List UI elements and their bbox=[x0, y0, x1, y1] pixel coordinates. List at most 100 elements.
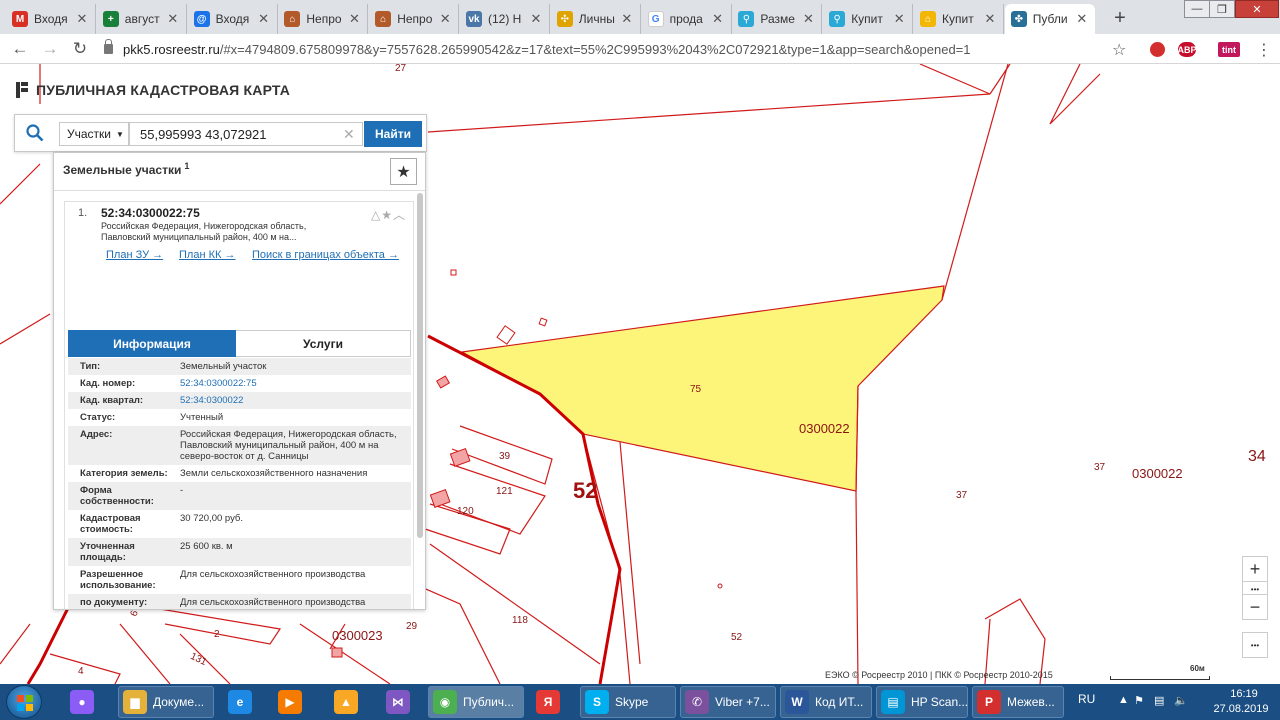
cadastral-map[interactable]: 27 75 0300022 0300022 0300023 34 37 37 5… bbox=[0, 64, 1280, 684]
browser-tab[interactable]: ✤ Публи ✕ bbox=[1004, 4, 1095, 34]
favorites-star-button[interactable]: ★ bbox=[390, 158, 417, 185]
info-key: Кадастровая стоимость: bbox=[80, 513, 141, 535]
url-path: /#x=4794809.675809978&y=7557628.26599054… bbox=[219, 41, 971, 57]
browser-tab[interactable]: ⚲ Купит ✕ bbox=[823, 4, 914, 34]
close-tab-icon[interactable]: ✕ bbox=[438, 11, 452, 27]
district-label: 34 bbox=[1248, 448, 1266, 465]
browser-tab[interactable]: Gпрода ✕ bbox=[641, 4, 732, 34]
tab-services[interactable]: Услуги bbox=[236, 330, 411, 357]
taskbar-ie[interactable]: e bbox=[220, 686, 260, 718]
taskbar-folder-documents[interactable]: ▆ Докуме... bbox=[118, 686, 214, 718]
reload-icon[interactable]: ↻ bbox=[70, 39, 90, 59]
map-label: 27 bbox=[395, 64, 407, 74]
taskbar-media[interactable]: ▶ bbox=[270, 686, 310, 718]
taskbar-alice[interactable]: ● bbox=[62, 686, 102, 718]
taskbar-avast[interactable]: ▲ bbox=[326, 686, 366, 718]
close-tab-icon[interactable]: ✕ bbox=[347, 11, 361, 27]
calendar-plus-icon: + bbox=[102, 11, 119, 27]
map-pin-icon: ⚲ bbox=[738, 11, 755, 27]
info-value-link[interactable]: 52:34:0300022:75 bbox=[180, 378, 405, 389]
browser-tab[interactable]: ⚲ Разме ✕ bbox=[732, 4, 823, 34]
tab-label: прода bbox=[669, 12, 703, 26]
plan-zu-link[interactable]: План ЗУ → bbox=[106, 249, 163, 261]
result-action-icons[interactable]: △★︿ bbox=[371, 206, 406, 223]
pdf-icon: P bbox=[977, 690, 1001, 714]
taskbar-viber[interactable]: ✆ Viber +7... bbox=[680, 686, 776, 718]
close-tab-icon[interactable]: ✕ bbox=[529, 11, 543, 27]
forward-arrow-icon[interactable]: → bbox=[40, 39, 60, 59]
info-value: 25 600 кв. м bbox=[180, 541, 233, 552]
close-tab-icon[interactable]: ✕ bbox=[892, 11, 906, 27]
clock-date[interactable]: 27.08.2019 bbox=[1208, 703, 1274, 715]
close-tab-icon[interactable]: ✕ bbox=[166, 11, 180, 27]
clear-search-icon[interactable]: ✕ bbox=[343, 126, 355, 143]
results-scrollbar[interactable] bbox=[417, 193, 423, 538]
avast-icon: ▲ bbox=[334, 690, 358, 714]
taskbar-chrome[interactable]: ◉ Публич... bbox=[428, 686, 524, 718]
language-indicator[interactable]: RU bbox=[1078, 692, 1095, 706]
info-key: Статус: bbox=[80, 412, 116, 423]
new-tab-button[interactable]: + bbox=[1108, 6, 1132, 30]
close-tab-icon[interactable]: ✕ bbox=[257, 11, 271, 27]
plan-kk-link[interactable]: План КК → bbox=[179, 249, 235, 261]
close-tab-icon[interactable]: ✕ bbox=[711, 11, 725, 27]
tab-label: Публи bbox=[1032, 12, 1068, 26]
info-value-link[interactable]: 52:34:0300022 bbox=[180, 395, 405, 406]
back-arrow-icon[interactable]: ← bbox=[10, 39, 30, 59]
ie-icon: e bbox=[228, 690, 252, 714]
network-icon[interactable]: ▤ bbox=[1154, 694, 1168, 708]
taskbar-label: Публич... bbox=[463, 695, 515, 709]
stop-extension-icon[interactable] bbox=[1150, 42, 1165, 57]
taskbar-word[interactable]: W Код ИТ... bbox=[780, 686, 872, 718]
info-key: Категория земель: bbox=[80, 468, 168, 479]
maximize-window-button[interactable]: ❐ bbox=[1209, 0, 1235, 18]
taskbar-skype[interactable]: S Skype bbox=[580, 686, 676, 718]
search-icon[interactable] bbox=[26, 124, 44, 142]
url-field[interactable]: pkk5.rosreestr.ru/#x=4794809.675809978&y… bbox=[104, 38, 1104, 60]
more-tools-button[interactable]: ••• bbox=[1242, 632, 1268, 658]
zoom-out-button[interactable]: − bbox=[1242, 594, 1268, 620]
lock-icon bbox=[104, 39, 113, 54]
search-button[interactable]: Найти bbox=[364, 121, 422, 147]
taskbar-label: Viber +7... bbox=[715, 695, 770, 709]
result-cad-number[interactable]: 52:34:0300022:75 bbox=[101, 206, 200, 220]
browser-tab[interactable]: ⌂ Непро ✕ bbox=[278, 4, 369, 34]
browser-tab[interactable]: ⌂ Купит ✕ bbox=[914, 4, 1004, 34]
adblock-extension-icon[interactable]: ABP bbox=[1178, 42, 1197, 57]
search-input[interactable] bbox=[129, 122, 363, 146]
browser-tab[interactable]: M Входя ✕ bbox=[6, 4, 96, 34]
search-type-select[interactable]: Участки ▼ bbox=[59, 122, 129, 146]
taskbar-pdf[interactable]: P Межев... bbox=[972, 686, 1064, 718]
tint-extension-icon[interactable]: tint bbox=[1218, 42, 1240, 57]
browser-tab[interactable]: + август ✕ bbox=[96, 4, 187, 34]
close-tab-icon[interactable]: ✕ bbox=[620, 11, 634, 27]
windows-logo-icon bbox=[17, 695, 33, 711]
close-tab-icon[interactable]: ✕ bbox=[983, 11, 997, 27]
browser-tab[interactable]: @ Входя ✕ bbox=[187, 4, 278, 34]
browser-tab[interactable]: vk (12) Н ✕ bbox=[460, 4, 550, 34]
vk-icon: vk bbox=[466, 11, 482, 27]
browser-tab[interactable]: ✣ Личны ✕ bbox=[550, 4, 641, 34]
bookmark-star-icon[interactable]: ☆ bbox=[1112, 40, 1126, 60]
tray-arrow-icon[interactable]: ▲ bbox=[1118, 694, 1132, 708]
zoom-in-button[interactable]: + bbox=[1242, 556, 1268, 582]
quarter-label: 0300022 bbox=[799, 421, 850, 436]
browser-menu-icon[interactable]: ⋮ bbox=[1256, 40, 1272, 60]
start-button[interactable] bbox=[6, 685, 42, 719]
clock-time[interactable]: 16:19 bbox=[1214, 688, 1274, 700]
taskbar-yandex[interactable]: Я bbox=[528, 686, 568, 718]
taskbar-hp-scan[interactable]: ▤ HP Scan... bbox=[876, 686, 968, 718]
info-key: Разрешенное использование: bbox=[80, 569, 156, 591]
close-tab-icon[interactable]: ✕ bbox=[801, 11, 815, 27]
taskbar-vs[interactable]: ⋈ bbox=[378, 686, 418, 718]
taskbar-label: Код ИТ... bbox=[815, 695, 864, 709]
close-tab-icon[interactable]: ✕ bbox=[75, 11, 89, 27]
search-in-bounds-link[interactable]: Поиск в границах объекта → bbox=[252, 249, 399, 261]
action-center-flag-icon[interactable]: ⚑ bbox=[1134, 694, 1148, 708]
volume-icon[interactable]: 🔈 bbox=[1174, 694, 1188, 708]
minimize-window-button[interactable]: — bbox=[1184, 0, 1210, 18]
close-tab-icon[interactable]: ✕ bbox=[1075, 11, 1089, 27]
close-window-button[interactable]: ✕ bbox=[1235, 0, 1279, 18]
browser-tab[interactable]: ⌂ Непро ✕ bbox=[369, 4, 460, 34]
tab-information[interactable]: Информация bbox=[68, 330, 236, 357]
